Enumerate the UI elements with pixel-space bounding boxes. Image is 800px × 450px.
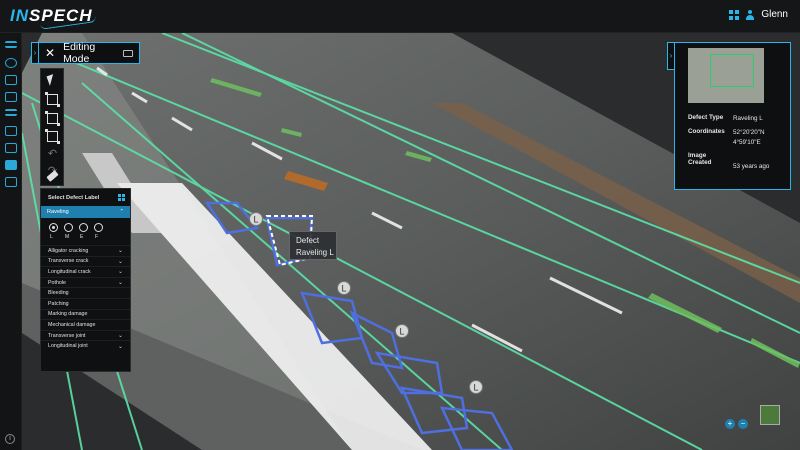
label-item-marking-damage[interactable]: Marking damage (41, 308, 130, 320)
transform-tool-icon[interactable] (45, 129, 60, 144)
severity-radio-group (41, 218, 130, 232)
selected-label-text: Raveling (47, 209, 69, 215)
severity-radio-m[interactable] (64, 223, 73, 232)
chevron-down-icon: ⌄ (117, 258, 123, 265)
selected-label-dropdown[interactable]: Raveling ⌃ (41, 206, 130, 218)
bar-chart-icon[interactable] (5, 126, 17, 136)
label-item-transverse-joint[interactable]: Transverse joint ⌄ (41, 329, 130, 341)
severity-label: M (65, 234, 70, 240)
label-panel-header: Select Defect Label (41, 189, 130, 206)
left-nav-rail: i (0, 33, 22, 450)
trend-icon[interactable] (5, 109, 17, 116)
severity-radio-f[interactable] (94, 223, 103, 232)
marker-label: L (253, 215, 258, 225)
export-icon[interactable] (5, 177, 17, 187)
label-panel-title: Select Defect Label (48, 194, 100, 201)
resize-tool-icon[interactable] (45, 111, 60, 126)
user-icon[interactable] (745, 9, 755, 20)
select-arrow-icon[interactable] (47, 75, 58, 86)
keyboard-icon[interactable] (123, 49, 133, 57)
chevron-up-icon: ⌃ (119, 209, 124, 215)
defect-tooltip: Defect Raveling L (289, 231, 337, 260)
chevron-down-icon: ⌄ (117, 248, 123, 255)
tooltip-line-1: Defect (296, 236, 320, 245)
defect-info-panel: Defect Type Raveling L Coordinates 52°20'2… (674, 42, 791, 190)
tooltip-line-2: Raveling L (296, 248, 334, 257)
layers-icon[interactable] (5, 41, 17, 48)
defect-thumbnail[interactable] (688, 48, 764, 103)
label-item-alligator-cracking[interactable]: Alligator cracking ⌄ (41, 245, 130, 256)
severity-label: F (95, 234, 99, 240)
close-editing-button[interactable]: ✕ (45, 46, 55, 60)
marker-label: L (341, 284, 346, 294)
collapse-info-tab[interactable]: › (667, 42, 674, 70)
label-item-patching[interactable]: Patching (41, 297, 130, 309)
rectangle-tool-icon[interactable] (45, 92, 60, 107)
defect-type-value: Raveling L (733, 115, 763, 122)
apps-grid-icon[interactable] (729, 9, 740, 20)
thumbnail-defect-box (710, 54, 754, 87)
map-pin-icon[interactable] (5, 58, 17, 68)
zoom-in-button[interactable]: + (725, 419, 735, 429)
coordinates-label: Coordinates (688, 128, 725, 135)
zoom-out-button[interactable]: − (738, 419, 748, 429)
calendar-icon[interactable] (5, 92, 17, 102)
defect-details: Defect Type Raveling L Coordinates 52°20'2… (688, 114, 788, 176)
image-created-value: 53 years ago (733, 163, 770, 170)
chevron-down-icon: ⌄ (117, 333, 123, 340)
undo-icon[interactable]: ↶ (47, 149, 58, 160)
label-item-mechanical-damage[interactable]: Mechanical damage (41, 319, 130, 330)
image-editor-icon[interactable] (5, 160, 17, 170)
chevron-down-icon: ⌄ (117, 280, 123, 287)
drawing-toolbar: ↶ ↷ (40, 68, 64, 186)
defect-type-label: Defect Type (688, 114, 724, 121)
minimap-thumbnail[interactable] (760, 405, 780, 425)
label-item-transverse-crack[interactable]: Transverse crack ⌄ (41, 255, 130, 267)
top-bar: INSPECH Glenn (0, 0, 800, 33)
image-created-label: Image Created (688, 152, 712, 166)
marker-label: L (399, 327, 404, 337)
chevron-down-icon: ⌄ (117, 269, 123, 276)
expand-grid-icon[interactable] (118, 194, 125, 201)
info-icon[interactable]: i (5, 434, 15, 444)
defect-label-list: Alligator cracking ⌄ Transverse crack ⌄ Lo… (41, 245, 130, 351)
document-icon[interactable] (5, 75, 17, 85)
app-root: INSPECH Glenn i L L L L › ✕ Editing Mode… (0, 0, 800, 450)
coordinates-value: 52°20'20"N 4°59'10"E (733, 129, 765, 146)
label-item-pothole[interactable]: Pothole ⌄ (41, 276, 130, 288)
editing-mode-bar: ✕ Editing Mode (38, 41, 140, 65)
severity-radio-l[interactable] (49, 223, 58, 232)
label-item-longitudinal-joint[interactable]: Longitudinal joint ⌄ (41, 340, 130, 351)
severity-label: E (80, 234, 84, 240)
severity-labels: L M E F (41, 232, 130, 240)
label-item-longitudinal-crack[interactable]: Longitudinal crack ⌄ (41, 266, 130, 277)
chevron-down-icon: ⌄ (117, 343, 123, 350)
table-icon[interactable] (5, 143, 17, 153)
editing-mode-title: Editing Mode (63, 41, 96, 65)
defect-label-panel: Select Defect Label Raveling ⌃ L M E F A… (40, 188, 131, 372)
label-item-bleeding[interactable]: Bleeding (41, 287, 130, 298)
severity-radio-e[interactable] (79, 223, 88, 232)
severity-label: L (50, 234, 53, 240)
collapse-edit-tab[interactable]: › (31, 42, 38, 64)
user-area[interactable]: Glenn (729, 9, 788, 20)
zoom-controls: + − (725, 419, 748, 429)
marker-label: L (473, 383, 478, 393)
user-name[interactable]: Glenn (761, 9, 788, 20)
